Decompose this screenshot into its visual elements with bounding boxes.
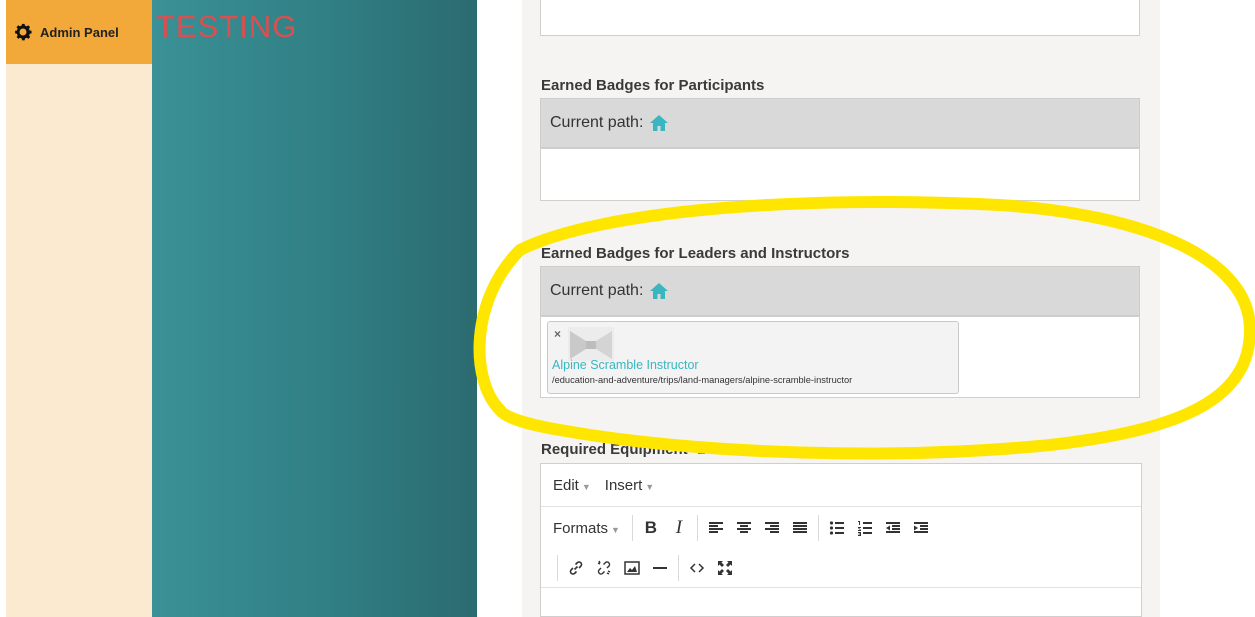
editor-toolbar-row-1: Formats ▼ B I [541, 508, 1141, 548]
editor-toolbar-row-2 [541, 548, 1141, 588]
participants-badges-dropzone[interactable] [540, 148, 1140, 201]
fullscreen-button[interactable] [711, 554, 739, 582]
right-margin [1160, 0, 1255, 617]
badge-thumbnail-image [568, 327, 614, 361]
gear-icon [15, 23, 32, 41]
required-marker [697, 446, 705, 454]
outdent-icon [885, 522, 900, 533]
align-center-button[interactable] [730, 514, 758, 542]
align-left-icon [708, 522, 723, 533]
italic-button[interactable]: I [665, 514, 693, 542]
leaders-badges-label: Earned Badges for Leaders and Instructor… [541, 245, 850, 262]
toolbar-separator [696, 515, 698, 541]
horizontal-rule-button[interactable] [646, 554, 674, 582]
align-right-icon [764, 522, 779, 533]
insert-image-button[interactable] [618, 554, 646, 582]
badge-path: /education-and-adventure/trips/land-mana… [552, 375, 853, 385]
fullscreen-icon [718, 560, 732, 575]
leaders-path-label: Current path: [550, 282, 644, 299]
admin-panel-button[interactable]: Admin Panel [6, 0, 152, 64]
outdent-button[interactable] [879, 514, 907, 542]
toolbar-separator [557, 554, 558, 581]
bold-button[interactable]: B [637, 514, 665, 542]
environment-label: TESTING [156, 9, 298, 44]
numbered-list-button[interactable] [851, 514, 879, 542]
edit-menu-label: Edit [553, 476, 579, 494]
remove-link-button[interactable] [590, 554, 618, 582]
chevron-down-icon: ▼ [645, 481, 655, 492]
toolbar-separator [678, 554, 679, 581]
remove-badge-button[interactable]: × [554, 327, 561, 341]
participants-path-label: Current path: [550, 114, 644, 131]
participants-badges-label: Earned Badges for Participants [541, 77, 765, 94]
required-equipment-text: Required Equipment [541, 441, 688, 458]
align-justify-icon [792, 522, 807, 533]
indent-button[interactable] [907, 514, 935, 542]
rich-text-editor: Edit ▼ Insert ▼ Formats ▼ B I [540, 463, 1142, 617]
teal-banner [152, 0, 477, 617]
source-code-button[interactable] [683, 554, 711, 582]
chevron-down-icon: ▼ [581, 481, 591, 492]
participants-path-bar: Current path: [540, 98, 1140, 148]
toolbar-separator [631, 515, 633, 541]
align-right-button[interactable] [758, 514, 786, 542]
previous-field-box[interactable] [540, 0, 1140, 36]
insert-menu-label: Insert [604, 476, 643, 494]
home-icon[interactable] [649, 114, 669, 132]
formats-dropdown[interactable]: Formats ▼ [553, 520, 620, 537]
numbered-list-icon [857, 521, 872, 536]
sidebar [6, 0, 152, 617]
required-equipment-label: Required Equipment [541, 441, 705, 458]
align-justify-button[interactable] [786, 514, 814, 542]
unlink-icon [597, 560, 611, 575]
horizontal-rule-icon [653, 566, 667, 569]
align-left-button[interactable] [702, 514, 730, 542]
leaders-path-bar: Current path: [540, 266, 1140, 316]
admin-panel-label: Admin Panel [40, 24, 119, 40]
formats-label: Formats [553, 519, 609, 537]
code-icon [689, 562, 705, 573]
badge-title-link[interactable]: Alpine Scramble Instructor [552, 358, 699, 372]
link-icon [569, 560, 583, 575]
bullet-list-icon [829, 521, 844, 535]
gap [477, 0, 522, 617]
align-center-icon [736, 522, 751, 533]
selected-badge-card[interactable]: × Alpine Scramble Instructor /education-… [547, 321, 959, 394]
bullet-list-button[interactable] [823, 514, 851, 542]
toolbar-separator [817, 515, 819, 541]
editor-menubar: Edit ▼ Insert ▼ [541, 464, 1141, 507]
home-icon[interactable] [649, 282, 669, 300]
indent-icon [913, 522, 928, 533]
image-icon [624, 560, 640, 575]
edit-menu[interactable]: Edit ▼ [553, 477, 591, 494]
chevron-down-icon: ▼ [611, 524, 620, 535]
insert-menu[interactable]: Insert ▼ [605, 477, 654, 494]
insert-link-button[interactable] [562, 554, 590, 582]
